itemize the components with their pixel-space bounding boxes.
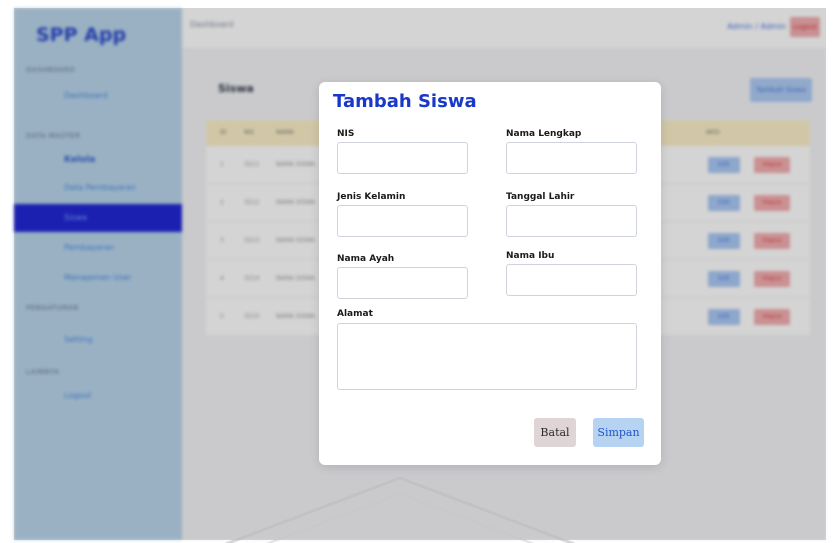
nis-input[interactable]	[337, 142, 468, 174]
save-button[interactable]: Simpan	[593, 418, 644, 447]
jenis-kelamin-input[interactable]	[337, 205, 468, 237]
nama-lengkap-input[interactable]	[506, 142, 637, 174]
nama-ibu-label: Nama Ibu	[506, 251, 555, 261]
nis-label: NIS	[337, 129, 355, 139]
alamat-textarea[interactable]	[337, 323, 637, 390]
alamat-label: Alamat	[337, 309, 373, 319]
tanggal-lahir-label: Tanggal Lahir	[506, 192, 575, 202]
nama-ayah-input[interactable]	[337, 267, 468, 299]
nama-lengkap-label: Nama Lengkap	[506, 129, 582, 139]
cancel-button[interactable]: Batal	[534, 418, 576, 447]
jenis-kelamin-label: Jenis Kelamin	[337, 192, 406, 202]
nama-ayah-label: Nama Ayah	[337, 254, 395, 264]
nama-ibu-input[interactable]	[506, 264, 637, 296]
modal-title: Tambah Siswa	[333, 91, 477, 112]
tambah-siswa-modal: Tambah Siswa NIS Nama Lengkap Jenis Kela…	[319, 82, 661, 465]
watermark-logo	[224, 476, 576, 543]
tanggal-lahir-input[interactable]	[506, 205, 637, 237]
